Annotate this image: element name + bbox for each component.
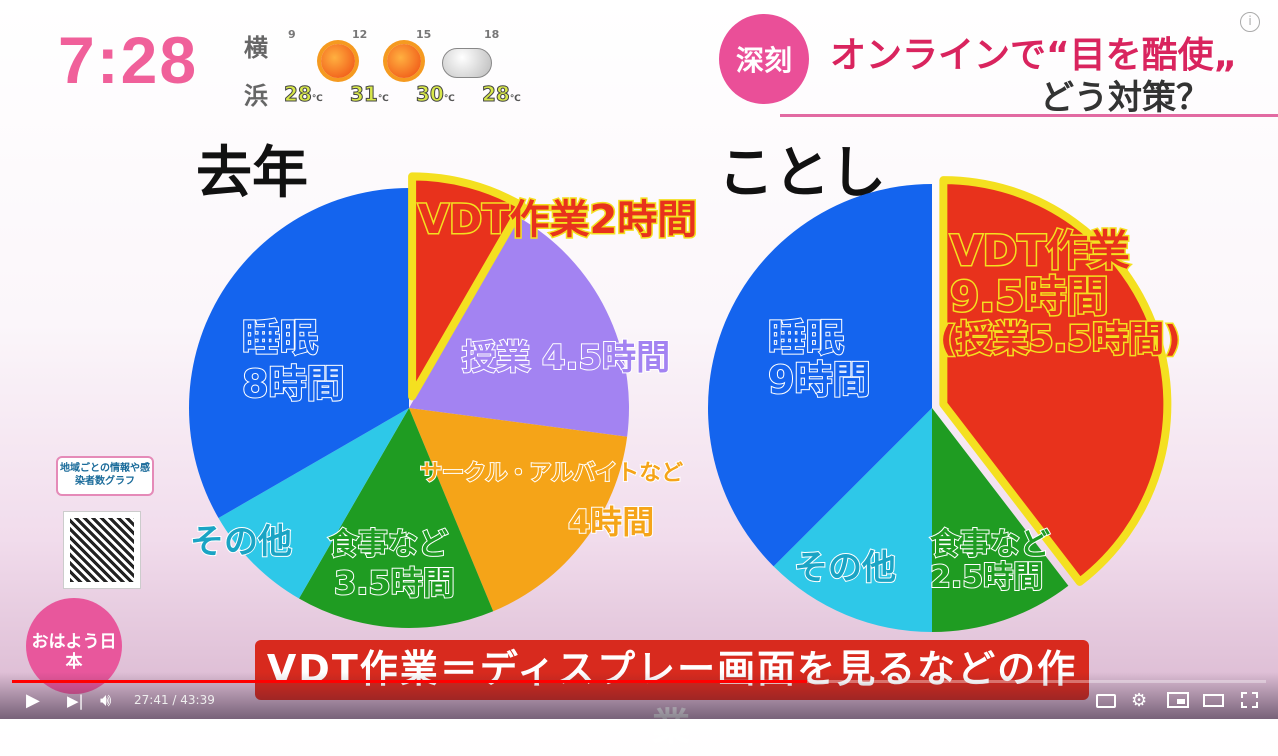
qr-caption: 地域ごとの情報や感染者数グラフ <box>56 456 154 496</box>
label-meal-hours: 3.5時間 <box>333 564 456 602</box>
miniplayer-icon[interactable] <box>1167 692 1189 708</box>
subtitles-icon[interactable] <box>1096 694 1116 708</box>
progress-bar[interactable] <box>12 680 1266 683</box>
theater-mode-icon[interactable] <box>1203 694 1224 707</box>
label-vdt-hours: 9.5時間 <box>949 272 1110 322</box>
label-vdt: VDT作業 9.5時間 (授業5.5時間) <box>939 226 1183 361</box>
time-display: 27:41 / 43:39 <box>134 693 215 707</box>
settings-icon[interactable]: ⚙ <box>1131 690 1147 711</box>
label-other: その他 <box>793 548 897 588</box>
label-vdt-note: (授業5.5時間) <box>939 319 1183 361</box>
volume-icon[interactable]: 🔊︎ <box>100 690 111 711</box>
duration: 43:39 <box>180 693 215 707</box>
label-sleep: 睡眠 9時間 <box>767 316 871 402</box>
current-time: 27:41 <box>134 693 169 707</box>
next-button[interactable]: ▶| <box>67 692 84 710</box>
label-other: その他 <box>189 522 293 562</box>
label-sleep: 睡眠 <box>241 316 319 360</box>
progress-fill <box>12 680 808 683</box>
label-meal: 食事など 2.5時間 <box>929 527 1051 595</box>
label-sleep-hours: 8時間 <box>241 362 345 406</box>
qr-code <box>63 511 141 589</box>
label-vdt-title: VDT作業 <box>949 226 1132 275</box>
label-class: 授業 4.5時間 <box>461 338 671 378</box>
label-sleep-hours: 9時間 <box>767 357 871 402</box>
label-vdt: VDT作業2時間 <box>416 197 698 244</box>
label-sleep-title: 睡眠 <box>767 316 845 360</box>
label-meal-hours: 2.5時間 <box>929 560 1044 595</box>
play-button[interactable]: ▶ <box>26 690 40 711</box>
label-meal-title: 食事など <box>929 527 1051 562</box>
label-meal: 食事など <box>327 527 449 562</box>
label-circle: サークル・アルバイトなど <box>419 460 684 486</box>
fullscreen-icon[interactable] <box>1241 692 1258 708</box>
label-circle-hours: 4時間 <box>567 503 655 541</box>
